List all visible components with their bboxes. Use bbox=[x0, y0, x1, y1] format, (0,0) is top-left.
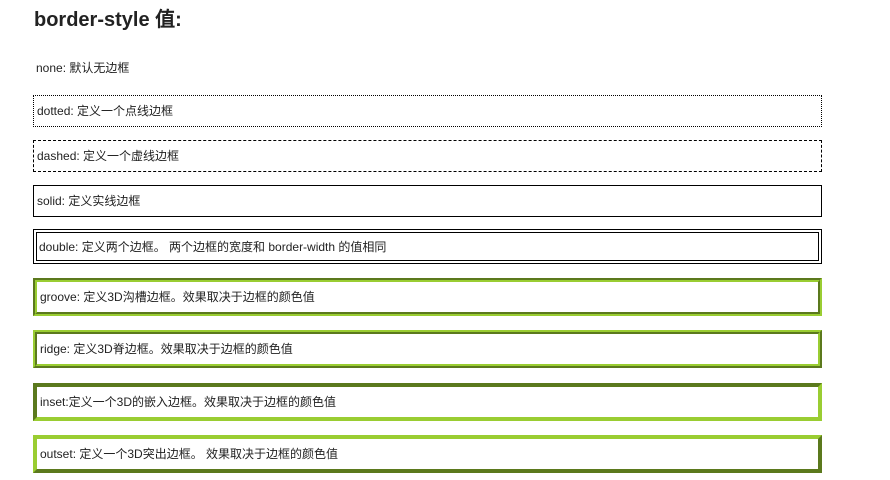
border-inset-example: inset:定义一个3D的嵌入边框。效果取决于边框的颜色值 bbox=[33, 383, 822, 421]
border-dashed-example: dashed: 定义一个虚线边框 bbox=[33, 140, 822, 172]
border-double-example: double: 定义两个边框。 两个边框的宽度和 border-width 的值… bbox=[33, 229, 822, 264]
border-ridge-example: ridge: 定义3D脊边框。效果取决于边框的颜色值 bbox=[33, 330, 822, 368]
border-none-example: none: 默认无边框 bbox=[36, 61, 130, 75]
border-solid-example: solid: 定义实线边框 bbox=[33, 185, 822, 217]
border-outset-example: outset: 定义一个3D突出边框。 效果取决于边框的颜色值 bbox=[33, 435, 822, 473]
border-groove-example: groove: 定义3D沟槽边框。效果取决于边框的颜色值 bbox=[33, 278, 822, 316]
border-dotted-example: dotted: 定义一个点线边框 bbox=[33, 95, 822, 127]
page-title: border-style 值: bbox=[34, 9, 182, 31]
